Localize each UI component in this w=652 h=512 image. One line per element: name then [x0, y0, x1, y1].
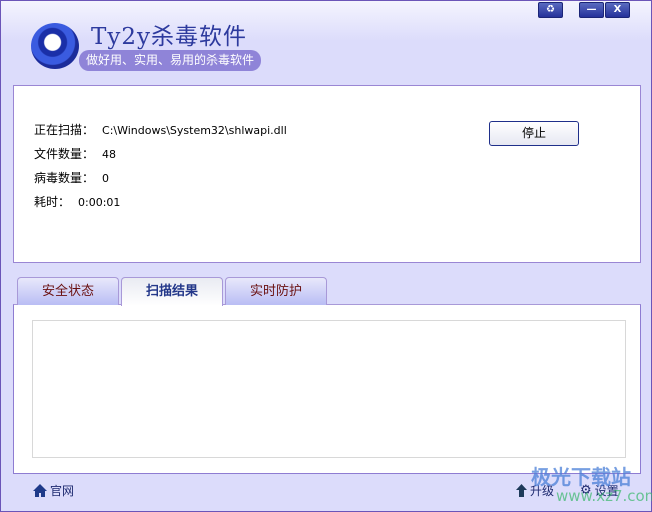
time-label: 耗时： — [34, 195, 71, 209]
scan-results-list[interactable] — [32, 320, 626, 458]
virus-row: 病毒数量： 0 — [34, 169, 109, 186]
time-row: 耗时： 0:00:01 — [34, 193, 120, 210]
window-controls: — X — [579, 2, 630, 18]
skin-button[interactable]: ♻ — [538, 2, 563, 18]
skin-controls: ♻ — [538, 2, 563, 18]
scanning-label: 正在扫描： — [34, 123, 95, 137]
close-button[interactable]: X — [605, 2, 630, 18]
scanning-row: 正在扫描： C:\Windows\System32\shlwapi.dll — [34, 121, 287, 138]
app-title: Ty2y杀毒软件 — [91, 24, 247, 50]
upgrade-arrow-icon — [516, 484, 527, 497]
home-icon — [33, 484, 47, 497]
files-value: 48 — [102, 148, 117, 161]
website-label: 官网 — [50, 484, 75, 498]
upgrade-label: 升级 — [530, 484, 555, 498]
files-row: 文件数量： 48 — [34, 145, 116, 162]
settings-link[interactable]: ⚙ 设置 — [580, 482, 619, 499]
scan-status-panel: 正在扫描： C:\Windows\System32\shlwapi.dll 文件数… — [13, 85, 641, 263]
virus-value: 0 — [102, 172, 110, 185]
scanning-value: C:\Windows\System32\shlwapi.dll — [102, 124, 287, 137]
stop-button[interactable]: 停止 — [489, 121, 579, 146]
tab-scan-results[interactable]: 扫描结果 — [121, 277, 223, 306]
upgrade-link[interactable]: 升级 — [516, 482, 554, 499]
tab-security-status[interactable]: 安全状态 — [17, 277, 119, 305]
minimize-button[interactable]: — — [579, 2, 604, 18]
settings-label: 设置 — [594, 484, 619, 498]
tab-content — [13, 304, 641, 474]
files-label: 文件数量： — [34, 147, 95, 161]
time-value: 0:00:01 — [78, 196, 121, 209]
tab-bar: 安全状态 扫描结果 实时防护 — [17, 277, 327, 306]
app-slogan: 做好用、实用、易用的杀毒软件 — [79, 50, 262, 71]
gear-icon: ⚙ — [580, 483, 592, 498]
main-window: Ty2y杀毒软件 做好用、实用、易用的杀毒软件 ♻ — X 正在扫描： C:\Wi… — [0, 0, 652, 512]
virus-label: 病毒数量： — [34, 171, 95, 185]
app-logo-icon — [31, 23, 79, 69]
website-link[interactable]: 官网 — [33, 482, 74, 499]
tab-realtime-protection[interactable]: 实时防护 — [225, 277, 327, 305]
